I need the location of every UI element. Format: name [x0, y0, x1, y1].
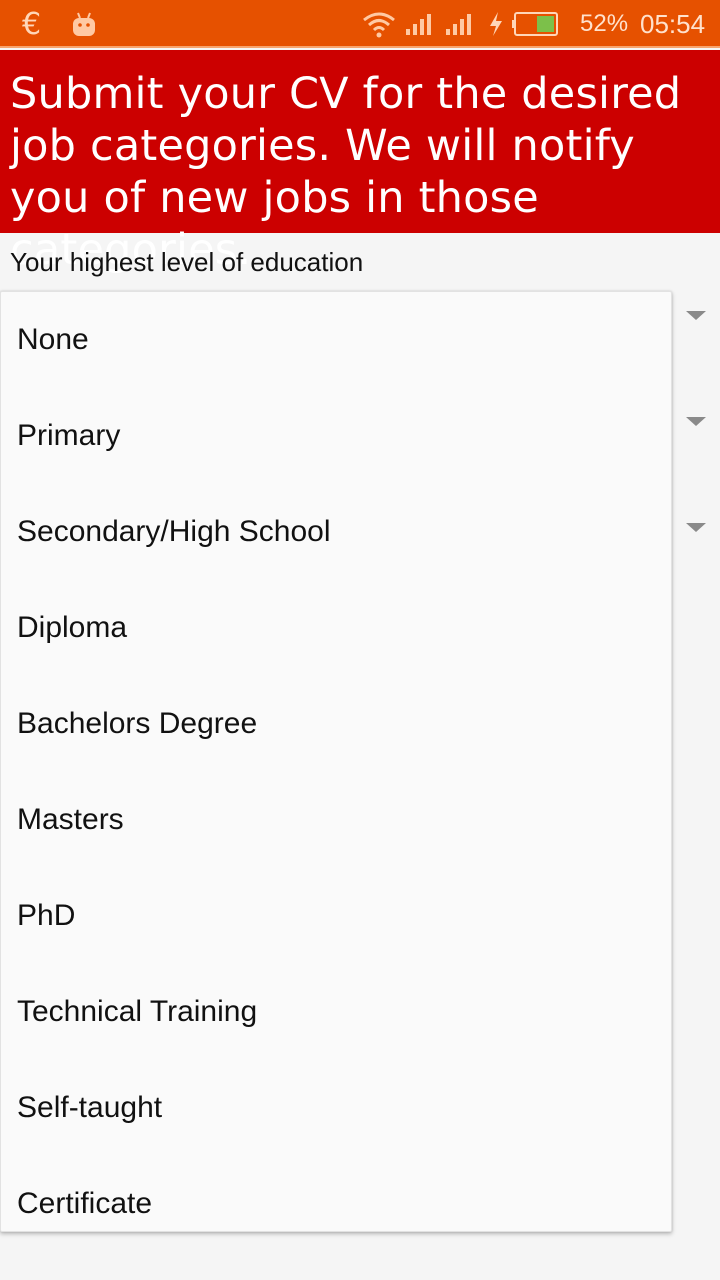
charging-icon — [487, 0, 505, 48]
option-secondary[interactable]: Secondary/High School — [1, 484, 671, 580]
dropdown-arrow-icon[interactable] — [686, 417, 706, 426]
option-bachelors[interactable]: Bachelors Degree — [1, 676, 671, 772]
wifi-icon — [362, 0, 396, 48]
option-technical-training[interactable]: Technical Training — [1, 964, 671, 1060]
option-diploma[interactable]: Diploma — [1, 580, 671, 676]
dropdown-arrow-icon[interactable] — [686, 523, 706, 532]
option-phd[interactable]: PhD — [1, 868, 671, 964]
dropdown-arrow-icon[interactable] — [686, 311, 706, 320]
education-dropdown-list[interactable]: None Primary Secondary/High School Diplo… — [0, 291, 672, 1232]
status-bar: € 52% 05:54 — [0, 0, 720, 48]
education-label: Your highest level of education — [10, 247, 364, 277]
cv-banner: Submit your CV for the desired job categ… — [0, 50, 720, 275]
option-none[interactable]: None — [1, 292, 671, 388]
battery-percent: 52% — [580, 10, 629, 37]
battery-icon — [512, 0, 562, 48]
clock: 05:54 — [640, 8, 706, 39]
option-primary[interactable]: Primary — [1, 388, 671, 484]
option-masters[interactable]: Masters — [1, 772, 671, 868]
signal-icon — [404, 0, 434, 48]
option-certificate[interactable]: Certificate — [1, 1156, 671, 1231]
option-self-taught[interactable]: Self-taught — [1, 1060, 671, 1156]
signal-icon — [444, 0, 474, 48]
euro-icon: € — [22, 6, 42, 42]
android-icon — [70, 0, 98, 48]
